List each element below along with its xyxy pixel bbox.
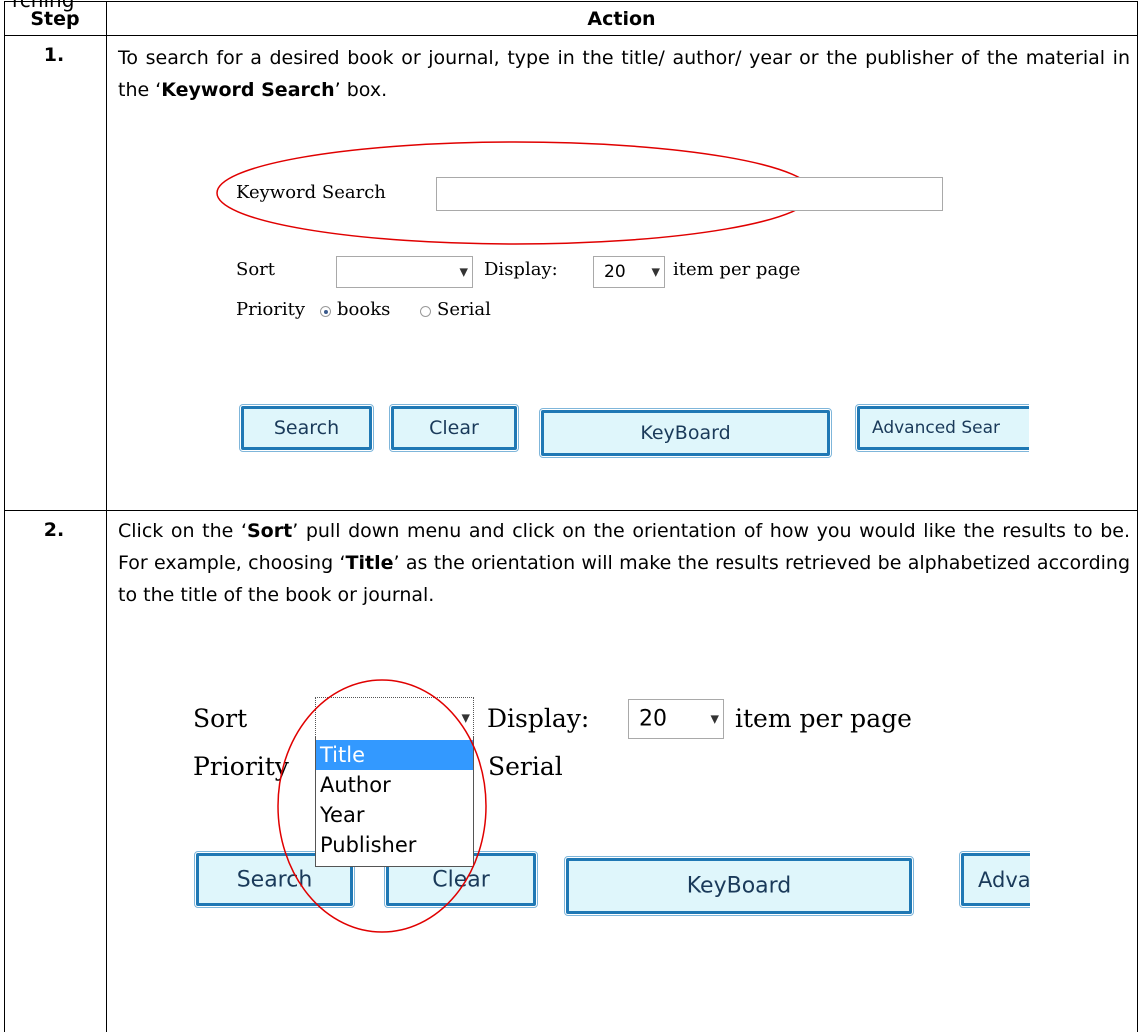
header-step: Step [30,8,80,30]
table-border-right [1137,1,1138,1032]
step-instruction: To search for a desired book or journal,… [118,47,1130,101]
display-dropdown[interactable]: 20 ▼ [628,699,724,739]
header-action: Action [587,8,656,30]
per-page-label: item per page [673,259,801,280]
keyword-search-input[interactable] [436,177,943,211]
step-number: 1. [43,44,65,66]
chevron-down-icon: ▼ [710,712,719,726]
per-page-label: item per page [735,704,912,733]
advanced-button-clip: Advanced Sear [855,400,1029,460]
keyboard-button[interactable]: KeyBoard [564,856,914,916]
display-label: Display: [487,704,590,733]
radio-serial[interactable] [420,306,431,317]
advanced-search-button[interactable]: Advanc [959,851,1030,908]
search-button[interactable]: Search [239,404,374,452]
chevron-down-icon: ▼ [651,265,660,279]
sort-dropdown[interactable]: ▼ [336,256,473,288]
step-number: 2. [43,519,65,541]
table-border-left [4,1,5,1032]
clear-button[interactable]: Clear [389,404,519,452]
table-row-divider [4,510,1137,511]
display-label: Display: [484,259,558,280]
table-border-top [4,1,1137,2]
serial-label: Serial [488,752,563,781]
step-instruction: Click on the ‘Sort’ pull down menu and c… [118,520,1131,606]
chevron-down-icon: ▼ [459,265,468,279]
radio-serial-label: Serial [437,299,491,320]
table-header-divider [4,35,1137,36]
sort-label: Sort [193,704,248,733]
keyboard-button[interactable]: KeyBoard [539,408,832,458]
bold-term: Keyword Search [161,79,335,101]
radio-books-label: books [337,299,391,320]
advanced-button-clip: Advanc [958,846,1030,916]
sort-label: Sort [236,259,276,280]
bold-term: Sort [246,520,293,542]
radio-books[interactable] [320,306,331,317]
advanced-search-button[interactable]: Advanced Sear [855,404,1029,452]
bold-term: Title [345,552,394,574]
priority-label: Priority [236,299,306,320]
display-dropdown[interactable]: 20 ▼ [593,256,665,288]
table-column-divider [106,1,107,1032]
highlight-ellipse [277,679,487,933]
keyword-search-label: Keyword Search [236,182,386,203]
